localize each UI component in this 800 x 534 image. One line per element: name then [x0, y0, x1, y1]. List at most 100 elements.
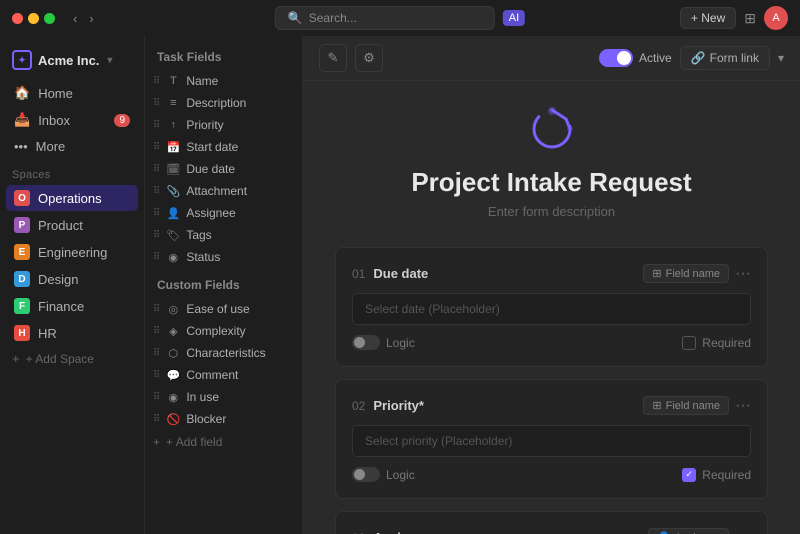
field-label: Complexity — [186, 324, 245, 338]
sidebar-item-label: HR — [38, 326, 57, 341]
field-footer: Logic ✓ Required — [352, 467, 751, 482]
field-item-priority[interactable]: ⠿ ↑ Priority — [145, 114, 302, 136]
drag-icon: ⠿ — [153, 186, 160, 197]
sidebar-item-inbox[interactable]: 📥 Inbox 9 — [6, 107, 138, 133]
sidebar: ✦ Acme Inc. ▾ 🏠 Home 📥 Inbox 9 ••• More … — [0, 36, 145, 534]
field-item-characteristics[interactable]: ⠿ ⬡ Characteristics — [145, 342, 302, 364]
sidebar-item-label: Design — [38, 272, 78, 287]
sidebar-item-product[interactable]: P Product — [6, 212, 138, 238]
plus-icon: + — [12, 351, 20, 366]
new-button[interactable]: + New — [680, 7, 736, 29]
active-toggle[interactable] — [599, 49, 633, 67]
add-field-label: + Add field — [166, 435, 222, 449]
field-item-tags[interactable]: ⠿ 🏷 Tags — [145, 224, 302, 246]
field-item-comment[interactable]: ⠿ 💬 Comment — [145, 364, 302, 386]
field-label: Due date — [186, 162, 235, 176]
field-badge-icon: ⊞ — [652, 267, 661, 280]
add-field-button[interactable]: + + Add field — [145, 430, 302, 454]
field-item-name[interactable]: ⠿ T Name — [145, 70, 302, 92]
sidebar-item-operations[interactable]: O Operations — [6, 185, 138, 211]
titlebar: ‹ › 🔍 Search... AI + New ⊞ A — [0, 0, 800, 36]
field-card-right: ⊞ Field name ··· — [643, 396, 751, 415]
field-item-complexity[interactable]: ⠿ ◈ Complexity — [145, 320, 302, 342]
field-item-attachment[interactable]: ⠿ 📎 Attachment — [145, 180, 302, 202]
forward-button[interactable]: › — [85, 9, 97, 28]
required-label: Required — [702, 336, 751, 350]
finance-icon: F — [14, 298, 30, 314]
edit-button[interactable]: ✎ — [319, 44, 347, 72]
field-item-due-date[interactable]: ⠿ 🗓 Due date — [145, 158, 302, 180]
maximize-button[interactable] — [44, 13, 55, 24]
settings-button[interactable]: ⚙ — [355, 44, 383, 72]
add-space-label: + Add Space — [26, 352, 94, 366]
field-badge-label: Field name — [666, 400, 720, 412]
sidebar-item-hr[interactable]: H HR — [6, 320, 138, 346]
toolbar-left: ✎ ⚙ — [319, 44, 383, 72]
sidebar-item-label: Product — [38, 218, 83, 233]
field-item-status[interactable]: ⠿ ◉ Status — [145, 246, 302, 268]
sidebar-brand[interactable]: ✦ Acme Inc. ▾ — [0, 44, 144, 80]
drag-icon: ⠿ — [153, 76, 160, 87]
field-card-right: 👤 Assignee ··· — [648, 528, 751, 534]
more-options-button[interactable]: ··· — [735, 265, 751, 283]
product-icon: P — [14, 217, 30, 233]
in-use-icon: ◉ — [166, 390, 180, 404]
field-card-header: 03 Assignee 👤 Assignee ··· — [352, 528, 751, 534]
grid-icon[interactable]: ⊞ — [744, 10, 756, 27]
inbox-badge: 9 — [114, 114, 130, 127]
more-icon: ••• — [14, 139, 28, 154]
field-item-start-date[interactable]: ⠿ 📅 Start date — [145, 136, 302, 158]
sidebar-item-more[interactable]: ••• More — [6, 134, 138, 159]
ease-icon: ◎ — [166, 302, 180, 316]
field-item-ease-of-use[interactable]: ⠿ ◎ Ease of use — [145, 298, 302, 320]
due-date-input[interactable]: Select date (Placeholder) — [352, 293, 751, 325]
titlebar-nav: ‹ › — [69, 9, 98, 28]
more-options-button[interactable]: ··· — [735, 397, 751, 415]
field-card-header: 02 Priority* ⊞ Field name ··· — [352, 396, 751, 415]
sidebar-item-engineering[interactable]: E Engineering — [6, 239, 138, 265]
logic-toggle-switch[interactable] — [352, 467, 380, 482]
field-name-badge[interactable]: ⊞ Field name — [643, 396, 729, 415]
field-item-assignee[interactable]: ⠿ 👤 Assignee — [145, 202, 302, 224]
required-checkbox[interactable]: ✓ — [682, 468, 696, 482]
form-link-dropdown[interactable]: ▾ — [778, 51, 784, 65]
logic-toggle: Logic — [352, 335, 415, 350]
link-icon: 🔗 — [691, 51, 706, 65]
search-bar[interactable]: 🔍 Search... — [275, 6, 495, 30]
sidebar-item-finance[interactable]: F Finance — [6, 293, 138, 319]
design-icon: D — [14, 271, 30, 287]
sidebar-item-home[interactable]: 🏠 Home — [6, 80, 138, 106]
priority-input[interactable]: Select priority (Placeholder) — [352, 425, 751, 457]
logic-toggle-switch[interactable] — [352, 335, 380, 350]
field-name-badge[interactable]: 👤 Assignee — [648, 528, 729, 534]
sidebar-nav: 🏠 Home 📥 Inbox 9 ••• More — [0, 80, 144, 159]
main-layout: ✦ Acme Inc. ▾ 🏠 Home 📥 Inbox 9 ••• More … — [0, 36, 800, 534]
more-options-button[interactable]: ··· — [735, 529, 751, 534]
close-button[interactable] — [12, 13, 23, 24]
required-label: Required — [702, 468, 751, 482]
titlebar-center: 🔍 Search... AI — [275, 6, 525, 30]
field-card-name: Assignee — [373, 530, 431, 534]
field-item-description[interactable]: ⠿ ≡ Description — [145, 92, 302, 114]
assignee-icon: 👤 — [166, 206, 180, 220]
form-link-label: Form link — [710, 51, 759, 65]
drag-icon: ⠿ — [153, 230, 160, 241]
drag-icon: ⠿ — [153, 370, 160, 381]
description-icon: ≡ — [166, 96, 180, 110]
field-name-badge[interactable]: ⊞ Field name — [643, 264, 729, 283]
main-content: ✎ ⚙ Active 🔗 Form link ▾ — [303, 36, 800, 534]
minimize-button[interactable] — [28, 13, 39, 24]
required-checkbox[interactable] — [682, 336, 696, 350]
attachment-icon: 📎 — [166, 184, 180, 198]
form-description: Enter form description — [488, 204, 615, 219]
form-link-button[interactable]: 🔗 Form link — [680, 46, 770, 70]
brand-name: Acme Inc. — [38, 53, 99, 68]
add-space-button[interactable]: + + Add Space — [0, 346, 144, 371]
back-button[interactable]: ‹ — [69, 9, 81, 28]
field-item-in-use[interactable]: ⠿ ◉ In use — [145, 386, 302, 408]
sidebar-item-design[interactable]: D Design — [6, 266, 138, 292]
comment-icon: 💬 — [166, 368, 180, 382]
field-item-blocker[interactable]: ⠿ 🚫 Blocker — [145, 408, 302, 430]
sidebar-item-label: More — [36, 139, 66, 154]
titlebar-left: ‹ › — [12, 9, 98, 28]
